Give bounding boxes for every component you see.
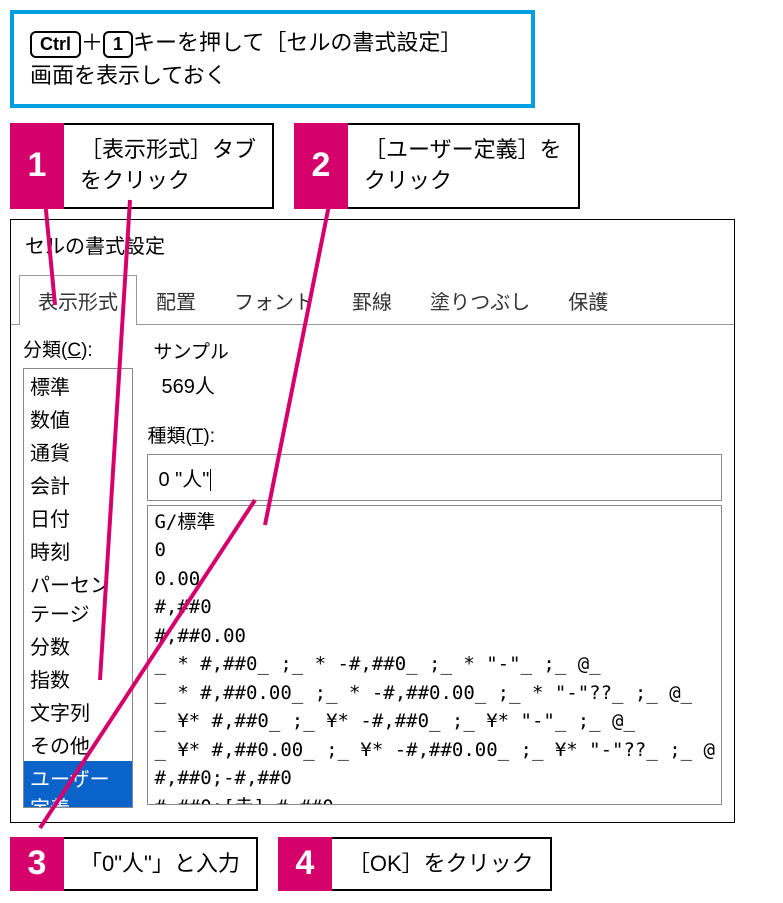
callout-3-number: 3 [10,837,64,892]
category-item[interactable]: その他 [24,728,132,761]
format-item[interactable]: #,##0;[赤]-#,##0 [154,793,715,805]
category-item[interactable]: 時刻 [24,534,132,567]
format-item[interactable]: #,##0;-#,##0 [154,764,715,793]
category-item[interactable]: 通貨 [24,435,132,468]
sample-label: サンプル [153,337,722,364]
tab-保護[interactable]: 保護 [549,275,627,325]
callout-2-number: 2 [294,123,348,209]
callout-1-text: ［表示形式］タブ をクリック [64,123,274,209]
callout-row-top: 1 ［表示形式］タブ をクリック 2 ［ユーザー定義］を クリック [10,123,773,209]
format-list[interactable]: G/標準00.00#,##0#,##0.00_ * #,##0_ ;_ * -#… [147,505,722,805]
instruction-line2: 画面を表示しておく [30,59,515,92]
category-item[interactable]: ユーザー定義 [24,761,132,808]
tab-罫線[interactable]: 罫線 [333,275,411,325]
callout-4-number: 4 [278,837,332,892]
tab-フォント[interactable]: フォント [215,275,333,325]
type-label: 種類(T): [147,421,722,448]
category-label: 分類(C): [23,335,133,362]
type-input[interactable]: 0 "人" [147,454,722,501]
callout-2-text: ［ユーザー定義］を クリック [348,123,580,209]
text-cursor-icon [210,469,211,491]
format-item[interactable]: _ * #,##0.00_ ;_ * -#,##0.00_ ;_ * "-"??… [154,679,715,708]
callout-3: 3 「0"人"」と入力 [10,837,258,892]
key-ctrl: Ctrl [30,31,81,58]
sample-value: 569人 [147,364,722,413]
format-item[interactable]: 0 [154,536,715,565]
callout-3-text: 「0"人"」と入力 [64,837,258,892]
tab-配置[interactable]: 配置 [137,275,215,325]
category-item[interactable]: 会計 [24,468,132,501]
instruction-line1: Ctrl＋1キーを押して［セルの書式設定］ [30,26,515,59]
category-item[interactable]: 数値 [24,402,132,435]
category-item[interactable]: 文字列 [24,695,132,728]
type-input-value: 0 "人" [158,469,209,491]
dialog-tabs: 表示形式配置フォント罫線塗りつぶし保護 [11,265,734,325]
callout-4: 4 ［OK］をクリック [278,837,552,892]
tab-塗りつぶし[interactable]: 塗りつぶし [411,275,549,325]
callout-1: 1 ［表示形式］タブ をクリック [10,123,274,209]
plus-sign: ＋ [81,30,103,55]
format-item[interactable]: _ ¥* #,##0_ ;_ ¥* -#,##0_ ;_ ¥* "-"_ ;_ … [154,707,715,736]
category-item[interactable]: パーセンテージ [24,567,132,629]
key-1: 1 [103,31,133,58]
format-item[interactable]: 0.00 [154,565,715,594]
format-item[interactable]: G/標準 [154,508,715,537]
category-item[interactable]: 分数 [24,629,132,662]
format-item[interactable]: _ * #,##0_ ;_ * -#,##0_ ;_ * "-"_ ;_ @_ [154,650,715,679]
callout-row-bottom: 3 「0"人"」と入力 4 ［OK］をクリック [10,837,773,892]
instruction-box: Ctrl＋1キーを押して［セルの書式設定］ 画面を表示しておく [10,10,535,108]
format-item[interactable]: #,##0.00 [154,622,715,651]
callout-2: 2 ［ユーザー定義］を クリック [294,123,580,209]
format-item[interactable]: _ ¥* #,##0.00_ ;_ ¥* -#,##0.00_ ;_ ¥* "-… [154,736,715,765]
callout-1-number: 1 [10,123,64,209]
instruction-suffix: キーを押して［セルの書式設定］ [133,30,462,55]
format-cells-dialog: セルの書式設定 表示形式配置フォント罫線塗りつぶし保護 分類(C): 標準数値通… [10,219,735,823]
category-list[interactable]: 標準数値通貨会計日付時刻パーセンテージ分数指数文字列その他ユーザー定義 [23,368,133,808]
callout-4-text: ［OK］をクリック [332,837,552,892]
category-item[interactable]: 日付 [24,501,132,534]
tab-表示形式[interactable]: 表示形式 [19,275,137,325]
format-item[interactable]: #,##0 [154,593,715,622]
category-item[interactable]: 標準 [24,369,132,402]
category-item[interactable]: 指数 [24,662,132,695]
dialog-title: セルの書式設定 [11,220,734,265]
